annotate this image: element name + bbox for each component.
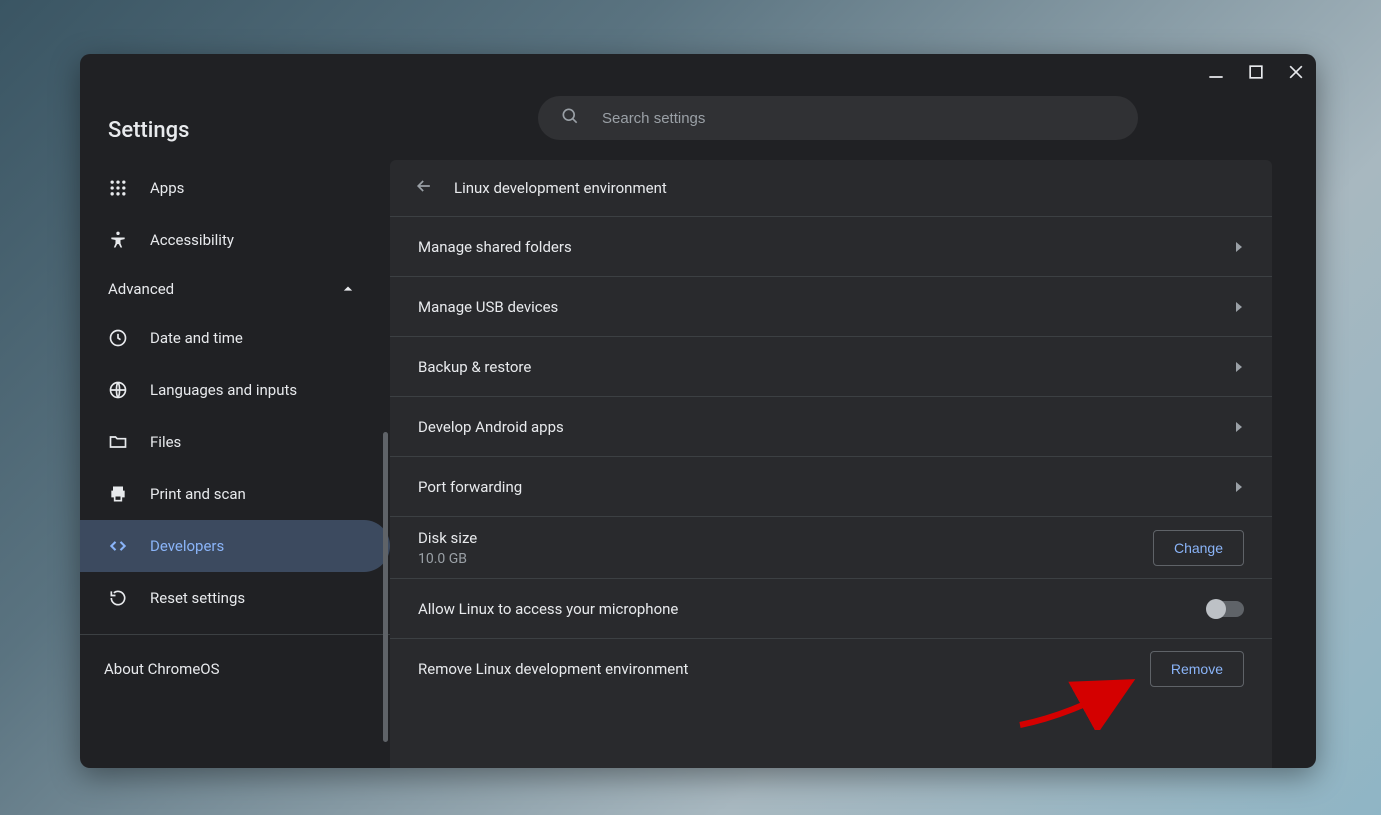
panel-header: Linux development environment xyxy=(390,160,1272,216)
row-remove-linux: Remove Linux development environment Rem… xyxy=(390,638,1272,698)
chevron-right-icon xyxy=(1234,478,1244,496)
settings-panel: Linux development environment Manage sha… xyxy=(390,160,1272,768)
microphone-toggle[interactable] xyxy=(1208,601,1244,617)
chevron-up-icon xyxy=(338,279,358,299)
settings-window: Settings Apps Accessibility Advanced xyxy=(80,54,1316,768)
chevron-right-icon xyxy=(1234,418,1244,436)
row-label: Develop Android apps xyxy=(418,418,564,436)
sidebar-item-accessibility[interactable]: Accessibility xyxy=(80,214,390,266)
sidebar-item-files[interactable]: Files xyxy=(80,416,390,468)
sidebar-item-reset[interactable]: Reset settings xyxy=(80,572,390,624)
code-icon xyxy=(108,536,128,556)
row-label: Allow Linux to access your microphone xyxy=(418,600,678,618)
main-area: Linux development environment Manage sha… xyxy=(390,90,1316,768)
sidebar-item-label: Apps xyxy=(150,179,184,197)
accessibility-icon xyxy=(108,230,128,250)
sidebar-item-apps[interactable]: Apps xyxy=(80,162,390,214)
sidebar-item-label: Date and time xyxy=(150,329,243,347)
row-label: Disk size xyxy=(418,529,477,547)
row-label: Remove Linux development environment xyxy=(418,660,688,678)
search-icon xyxy=(560,106,580,130)
search-input[interactable] xyxy=(602,110,1116,127)
sidebar-scrollbar[interactable] xyxy=(383,432,388,742)
row-label: Manage shared folders xyxy=(418,238,572,256)
row-label: Port forwarding xyxy=(418,478,522,496)
maximize-icon[interactable] xyxy=(1246,62,1266,82)
globe-icon xyxy=(108,380,128,400)
row-backup-restore[interactable]: Backup & restore xyxy=(390,336,1272,396)
sidebar-item-label: Developers xyxy=(150,537,224,555)
minimize-icon[interactable] xyxy=(1206,62,1226,82)
divider xyxy=(80,634,390,635)
search-box[interactable] xyxy=(538,96,1138,140)
change-button[interactable]: Change xyxy=(1153,530,1244,566)
close-icon[interactable] xyxy=(1286,62,1306,82)
sidebar-section-label: Advanced xyxy=(108,280,174,298)
reset-icon xyxy=(108,588,128,608)
disk-size-value: 10.0 GB xyxy=(418,551,477,567)
sidebar-item-label: Print and scan xyxy=(150,485,246,503)
page-title: Linux development environment xyxy=(454,179,667,197)
back-button[interactable] xyxy=(414,176,434,200)
row-shared-folders[interactable]: Manage shared folders xyxy=(390,216,1272,276)
sidebar-item-label: Reset settings xyxy=(150,589,245,607)
app-title: Settings xyxy=(80,108,390,152)
row-disk-size: Disk size 10.0 GB Change xyxy=(390,516,1272,578)
apps-icon xyxy=(108,178,128,198)
printer-icon xyxy=(108,484,128,504)
content-area: Settings Apps Accessibility Advanced xyxy=(80,90,1316,768)
sidebar: Settings Apps Accessibility Advanced xyxy=(80,90,390,768)
sidebar-item-developers[interactable]: Developers xyxy=(80,520,390,572)
sidebar-item-languages[interactable]: Languages and inputs xyxy=(80,364,390,416)
chevron-right-icon xyxy=(1234,358,1244,376)
sidebar-item-label: Accessibility xyxy=(150,231,234,249)
row-port-forwarding[interactable]: Port forwarding xyxy=(390,456,1272,516)
folder-icon xyxy=(108,432,128,452)
row-label: Manage USB devices xyxy=(418,298,558,316)
remove-button[interactable]: Remove xyxy=(1150,651,1244,687)
sidebar-item-label: Languages and inputs xyxy=(150,381,297,399)
sidebar-item-label: Files xyxy=(150,433,181,451)
sidebar-item-date-time[interactable]: Date and time xyxy=(80,312,390,364)
row-microphone: Allow Linux to access your microphone xyxy=(390,578,1272,638)
chevron-right-icon xyxy=(1234,238,1244,256)
row-android-apps[interactable]: Develop Android apps xyxy=(390,396,1272,456)
sidebar-item-print[interactable]: Print and scan xyxy=(80,468,390,520)
window-titlebar xyxy=(80,54,1316,90)
row-label: Backup & restore xyxy=(418,358,531,376)
sidebar-item-label: About ChromeOS xyxy=(104,660,220,678)
chevron-right-icon xyxy=(1234,298,1244,316)
row-usb-devices[interactable]: Manage USB devices xyxy=(390,276,1272,336)
clock-icon xyxy=(108,328,128,348)
sidebar-item-about[interactable]: About ChromeOS xyxy=(80,643,390,695)
sidebar-section-advanced[interactable]: Advanced xyxy=(80,266,390,312)
